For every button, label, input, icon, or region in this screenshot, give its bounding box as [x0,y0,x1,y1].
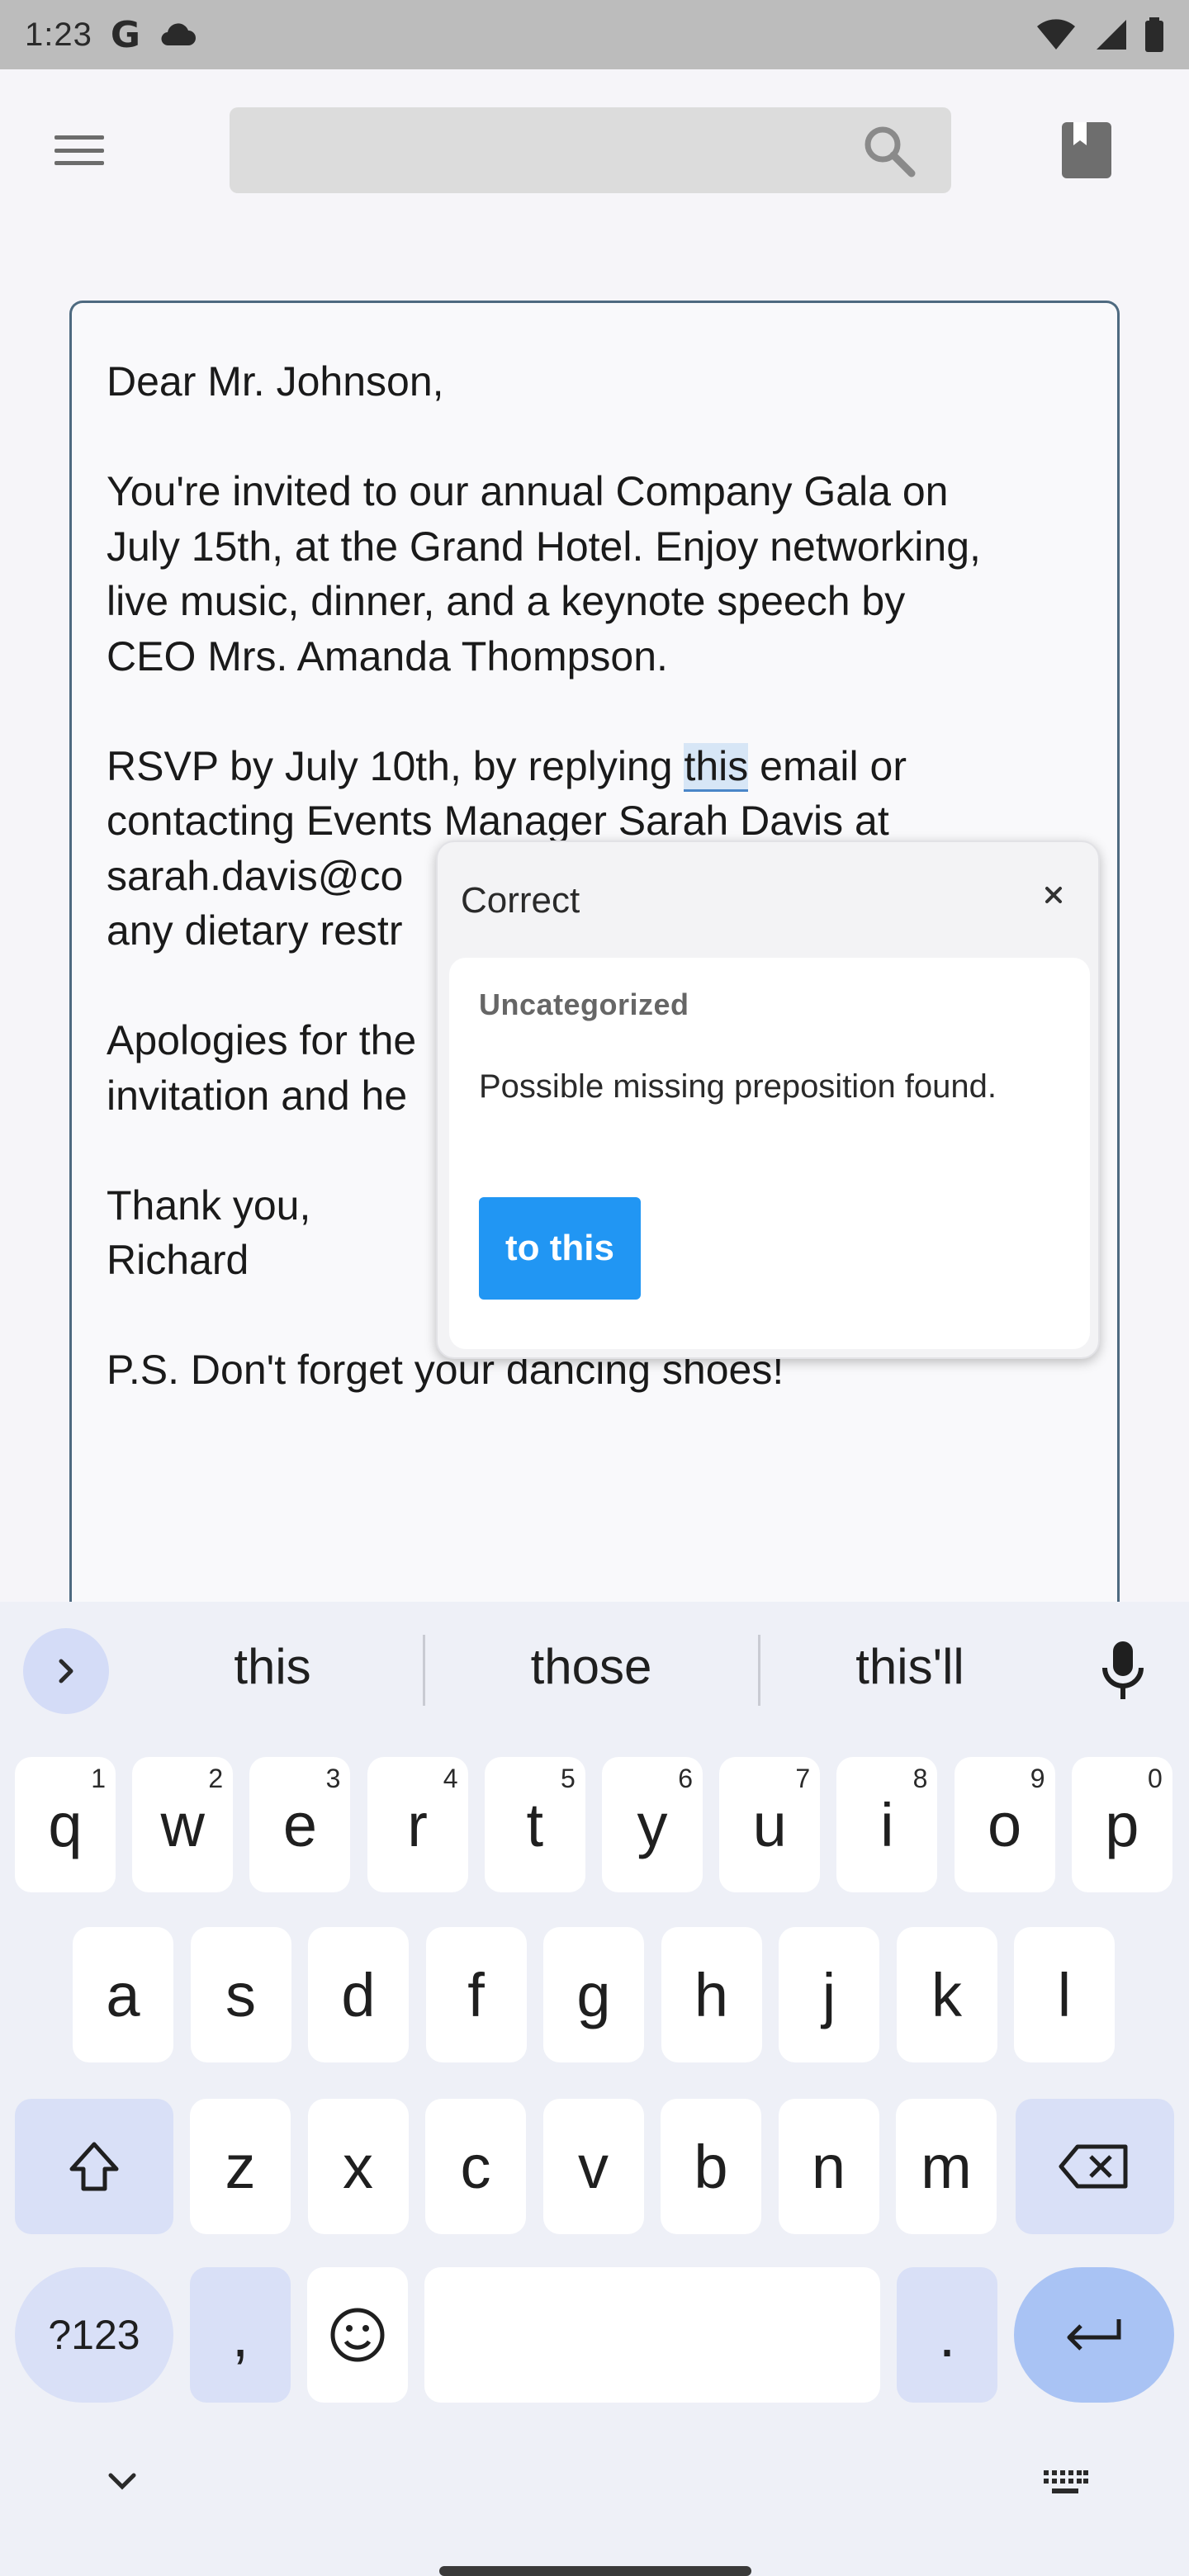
key-a[interactable]: a [73,1927,173,2062]
key-n[interactable]: n [778,2099,879,2234]
text-line: Dear Mr. Johnson, [107,358,444,405]
mic-icon[interactable] [1098,1640,1148,1702]
text-line: CEO Mrs. Amanda Thompson. [107,632,668,680]
cloud-icon [161,23,196,46]
key-u[interactable]: u7 [719,1757,821,1892]
comma-key[interactable]: , [190,2267,291,2403]
key-y[interactable]: y6 [602,1757,703,1892]
keyboard-icon[interactable] [1042,2469,1088,2497]
key-s[interactable]: s [190,1927,291,2062]
home-gesture-handle[interactable] [439,2566,751,2576]
key-f[interactable]: f [425,1927,527,2062]
key-m[interactable]: m [896,2099,997,2234]
popup-title: Correct [461,880,580,921]
key-x[interactable]: x [307,2099,409,2234]
key-v[interactable]: v [542,2099,644,2234]
google-icon: G [110,13,140,56]
suggestion-2[interactable]: those [434,1638,748,1695]
search-input[interactable] [230,107,951,193]
enter-icon [1067,2319,1121,2351]
highlighted-error-word[interactable]: this [684,742,749,792]
key-d[interactable]: d [308,1927,409,2062]
suggestion-strip: this those this'll [0,1602,1189,1735]
key-o[interactable]: o9 [954,1757,1055,1892]
signal-icon [1097,20,1126,50]
space-key[interactable] [424,2267,880,2403]
key-z[interactable]: z [190,2099,291,2234]
expand-toolbar-button[interactable] [23,1628,109,1714]
key-c[interactable]: c [425,2099,526,2234]
key-h[interactable]: h [661,1927,762,2062]
key-r[interactable]: r4 [367,1757,468,1892]
suggestion-button[interactable]: to this [479,1197,641,1300]
key-b[interactable]: b [661,2099,761,2234]
menu-icon[interactable] [46,127,112,173]
text-line: July 15th, at the Grand Hotel. Enjoy net… [107,523,981,570]
correction-popup: Correct Uncategorized Possible missing p… [436,841,1100,1359]
text-line: live music, dinner, and a keynote speech… [107,578,906,624]
symbols-key[interactable]: ?123 [15,2267,173,2403]
correction-card: Uncategorized Possible missing prepositi… [449,958,1090,1349]
status-time: 1:23 [25,16,92,53]
text-line: You're invited to our annual Company Gal… [107,468,949,514]
error-category: Uncategorized [479,987,689,1021]
key-w[interactable]: w2 [132,1757,234,1892]
emoji-icon [330,2308,385,2362]
backspace-key[interactable] [1016,2099,1174,2234]
bookmark-icon[interactable] [1059,121,1115,180]
nav-bar [0,2460,1189,2576]
key-e[interactable]: e3 [249,1757,351,1892]
enter-key[interactable] [1014,2267,1174,2403]
app-bar [0,69,1189,231]
key-j[interactable]: j [779,1927,879,2062]
chevron-right-icon [59,1659,73,1683]
battery-icon [1145,17,1163,52]
key-g[interactable]: g [543,1927,644,2062]
key-t[interactable]: t5 [484,1757,585,1892]
key-q[interactable]: q1 [15,1757,116,1892]
key-i[interactable]: i8 [836,1757,938,1892]
shift-icon [69,2142,119,2191]
emoji-key[interactable] [307,2267,408,2403]
shift-key[interactable] [15,2099,173,2234]
key-k[interactable]: k [896,1927,997,2062]
chevron-down-icon[interactable] [104,2469,140,2493]
status-bar: 1:23 G [0,0,1189,69]
wifi-icon [1037,19,1075,50]
error-message: Possible missing preposition found. [479,1068,997,1105]
key-p[interactable]: p0 [1071,1757,1172,1892]
period-key[interactable]: . [897,2267,997,2403]
backspace-icon [1059,2144,1128,2189]
key-l[interactable]: l [1014,1927,1115,2062]
keyboard: this those this'll q1w2e3r4t5y6u7i8o9p0 … [0,1602,1189,2576]
search-icon[interactable] [860,122,918,180]
suggestion-1[interactable]: this [116,1638,429,1695]
suggestion-3[interactable]: this'll [753,1638,1067,1695]
close-icon[interactable] [1037,878,1070,912]
text-line: RSVP by July 10th, by replying this emai… [107,739,1097,794]
